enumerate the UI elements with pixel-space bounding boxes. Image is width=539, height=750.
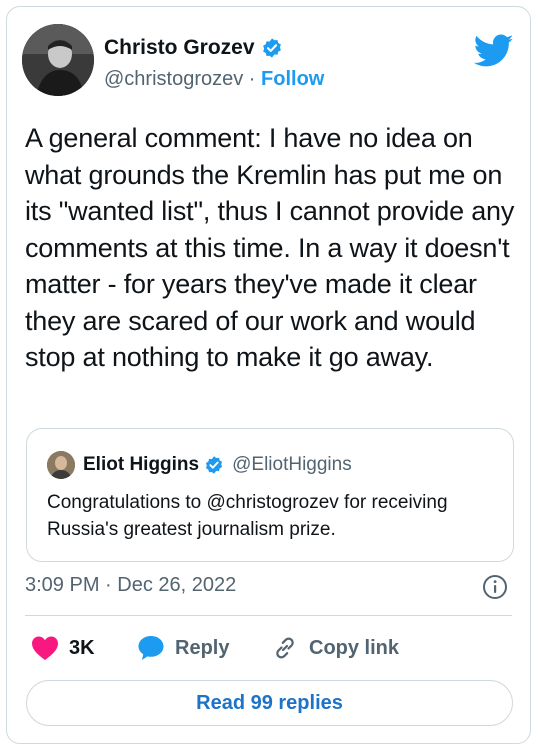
follow-button[interactable]: Follow xyxy=(261,68,324,90)
read-replies-button[interactable]: Read 99 replies xyxy=(26,680,513,726)
quoted-author-avatar[interactable] xyxy=(47,451,75,479)
handle-separator: · xyxy=(243,68,262,90)
divider xyxy=(25,615,512,616)
quoted-author-handle: @EliotHiggins xyxy=(232,454,352,475)
quoted-author-name: Eliot Higgins xyxy=(83,454,200,475)
speech-bubble-icon xyxy=(138,636,164,660)
author-handle[interactable]: @christogrozev xyxy=(104,68,243,90)
read-replies-label: Read 99 replies xyxy=(196,691,343,714)
quoted-tweet[interactable]: Eliot Higgins @EliotHiggins Congratulati… xyxy=(26,428,514,562)
heart-icon xyxy=(32,636,58,660)
info-icon[interactable] xyxy=(482,574,508,600)
verified-badge-icon xyxy=(206,456,223,474)
link-icon xyxy=(276,637,294,659)
quoted-tweet-text: Congratulations to @christogrozev for re… xyxy=(47,492,448,540)
like-button[interactable]: 3K xyxy=(31,632,95,664)
action-bar: 3K Reply Copy link xyxy=(25,632,515,664)
like-count: 3K xyxy=(69,636,95,659)
verified-badge-icon xyxy=(262,38,281,58)
twitter-bird-icon[interactable] xyxy=(474,34,514,68)
copy-link-label: Copy link xyxy=(309,636,400,659)
author-handle-row: @christogrozev · Follow xyxy=(104,68,324,91)
copy-link-button[interactable]: Copy link xyxy=(271,632,399,664)
author-avatar[interactable] xyxy=(22,24,94,96)
reply-label: Reply xyxy=(175,636,230,659)
tweet-text: A general comment: I have no idea on wha… xyxy=(25,123,515,372)
tweet-timestamp[interactable]: 3:09 PM · Dec 26, 2022 xyxy=(25,574,236,597)
reply-button[interactable]: Reply xyxy=(137,632,229,664)
author-name[interactable]: Christo Grozev xyxy=(104,36,255,60)
